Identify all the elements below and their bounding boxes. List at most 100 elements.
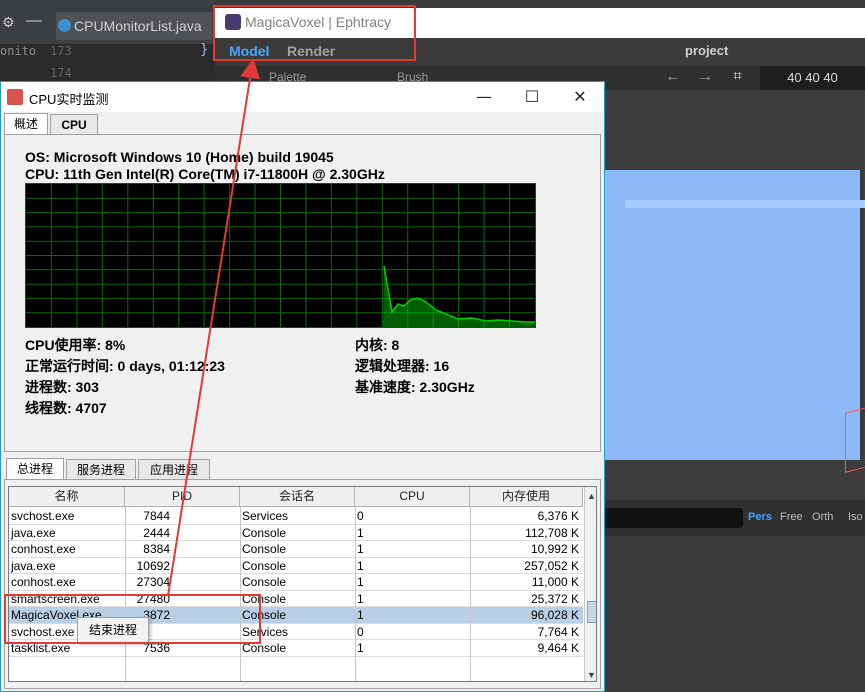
table-cell: 27304: [136, 575, 170, 589]
column-session[interactable]: 会话名: [240, 487, 355, 507]
menu-model[interactable]: Model: [229, 43, 269, 59]
table-cell: conhost.exe: [11, 575, 76, 589]
close-button[interactable]: ✕: [557, 82, 603, 112]
arrow-left-icon[interactable]: ←: [665, 68, 681, 86]
arrow-right-icon[interactable]: →: [697, 68, 713, 86]
table-cell: Console: [242, 542, 287, 556]
table-cell: java.exe: [11, 558, 56, 573]
view-pers[interactable]: Pers: [748, 511, 772, 523]
table-cell: 1: [357, 558, 364, 573]
table-cell: 1: [357, 542, 364, 556]
column-divider: [355, 507, 356, 681]
java-class-icon: [58, 19, 71, 32]
table-cell: 0: [357, 509, 364, 523]
tab-overview[interactable]: 概述: [4, 113, 48, 136]
table-cell: smartscreen.exe: [11, 591, 100, 606]
tab-cpu[interactable]: CPU: [50, 114, 98, 135]
context-menu: 结束进程: [77, 617, 149, 643]
editor-tab-label: CPUMonitorList.java: [74, 18, 202, 34]
table-cell: 1: [357, 525, 364, 540]
uptime-stat: 正常运行时间: 0 days, 01:12:23: [25, 358, 225, 374]
column-divider: [470, 507, 471, 681]
table-cell: Console: [242, 641, 287, 655]
table-row[interactable]: conhost.exe 8384 Console 1 10,992 K: [9, 541, 583, 558]
table-cell: Console: [242, 591, 287, 606]
line-number: 174: [50, 66, 72, 80]
table-cell: 0: [357, 624, 364, 639]
size-readout[interactable]: 40 40 40: [760, 66, 865, 90]
tab-service-processes[interactable]: 服务进程: [66, 459, 136, 480]
scroll-thumb[interactable]: [587, 601, 596, 623]
column-pid[interactable]: PID: [125, 487, 240, 507]
gear-icon[interactable]: ⚙: [2, 14, 15, 31]
view-free[interactable]: Free: [780, 511, 803, 523]
table-row[interactable]: java.exe 10692 Console 1 257,052 K: [9, 558, 583, 574]
table-cell: svchost.exe: [11, 509, 75, 523]
table-cell: 9,464 K: [537, 641, 579, 655]
column-cpu[interactable]: CPU: [355, 487, 470, 507]
table-cell: 96,028 K: [530, 608, 579, 622]
table-cell: Services: [242, 509, 289, 523]
table-cell: 27480: [136, 591, 170, 606]
table-cell: 112,708 K: [525, 525, 579, 540]
view-orth[interactable]: Orth: [812, 511, 833, 523]
tab-app-processes[interactable]: 应用进程: [138, 459, 210, 480]
code-brace: }: [200, 42, 209, 58]
column-memory[interactable]: 内存使用: [470, 487, 583, 507]
crop-icon[interactable]: ⌗: [733, 68, 742, 86]
table-header: 名称 PID 会话名 CPU 内存使用: [9, 487, 583, 507]
overview-panel: OS: Microsoft Windows 10 (Home) build 19…: [4, 134, 601, 452]
magicavoxel-menu: Model Render project: [215, 38, 865, 66]
table-cell: Console: [242, 608, 287, 622]
table-row[interactable]: conhost.exe 27304 Console 1 11,000 K: [9, 574, 583, 591]
table-row[interactable]: smartscreen.exe 27480 Console 1 25,372 K: [9, 591, 583, 607]
minimize-panel-icon[interactable]: —: [26, 12, 42, 30]
editor-tab-cpumonitorlist[interactable]: CPUMonitorList.java: [56, 12, 212, 40]
table-cell: 1: [357, 641, 364, 655]
table-cell: 7844: [143, 509, 170, 523]
menu-render[interactable]: Render: [287, 43, 335, 59]
table-scrollbar[interactable]: ▲ ▼: [584, 487, 596, 681]
line-number: 173: [50, 44, 72, 58]
voxel-cube-top: [625, 200, 865, 208]
magicavoxel-titlebar: MagicaVoxel | Ephtracy: [215, 8, 865, 38]
table-row[interactable]: svchost.exe 7844 Services 0 6,376 K: [9, 508, 583, 525]
ide-gutter: onito 173 174 }: [0, 42, 220, 84]
table-row[interactable]: java.exe 2444 Console 1 112,708 K: [9, 525, 583, 541]
table-cell: Console: [242, 575, 287, 589]
cpu-graph-svg: [26, 184, 535, 327]
table-cell: conhost.exe: [11, 542, 76, 556]
cpu-usage-graph: [25, 183, 536, 328]
app-icon: [7, 89, 23, 105]
table-cell: Console: [242, 558, 287, 573]
magicavoxel-title: MagicaVoxel | Ephtracy: [245, 14, 392, 30]
table-cell: 2444: [143, 525, 170, 540]
magicavoxel-logo-icon: [225, 14, 241, 30]
cores-stat: 内核: 8: [355, 337, 400, 353]
end-process-menu-item[interactable]: 结束进程: [89, 623, 137, 637]
minimize-button[interactable]: —: [461, 82, 507, 112]
scroll-up-icon[interactable]: ▲: [587, 491, 596, 501]
tab-all-processes[interactable]: 总进程: [6, 458, 64, 481]
table-cell: 10692: [136, 558, 170, 573]
ide-header: ⚙ — CPUMonitorList.java: [0, 0, 220, 44]
table-cell: 7,764 K: [537, 624, 579, 639]
table-cell: 1: [357, 575, 364, 589]
view-iso[interactable]: Iso: [848, 511, 863, 523]
column-divider: [240, 507, 241, 681]
maximize-button[interactable]: ☐: [509, 82, 555, 112]
table-cell: 6,376 K: [537, 509, 579, 523]
table-cell: 8384: [143, 542, 170, 556]
bounding-frame: [845, 407, 865, 473]
table-cell: Services: [242, 624, 289, 639]
voxel-cube: [605, 170, 860, 460]
monitor-titlebar: CPU实时监测 — ☐ ✕: [1, 82, 604, 112]
monitor-title: CPU实时监测: [29, 92, 109, 107]
table-cell: 11,000 K: [531, 575, 579, 589]
table-cell: java.exe: [11, 525, 56, 540]
scroll-down-icon[interactable]: ▼: [587, 670, 596, 680]
process-count-stat: 进程数: 303: [25, 379, 99, 395]
column-name[interactable]: 名称: [9, 487, 125, 507]
table-cell: 1: [357, 591, 364, 606]
logical-processors-stat: 逻辑处理器: 16: [355, 358, 450, 374]
